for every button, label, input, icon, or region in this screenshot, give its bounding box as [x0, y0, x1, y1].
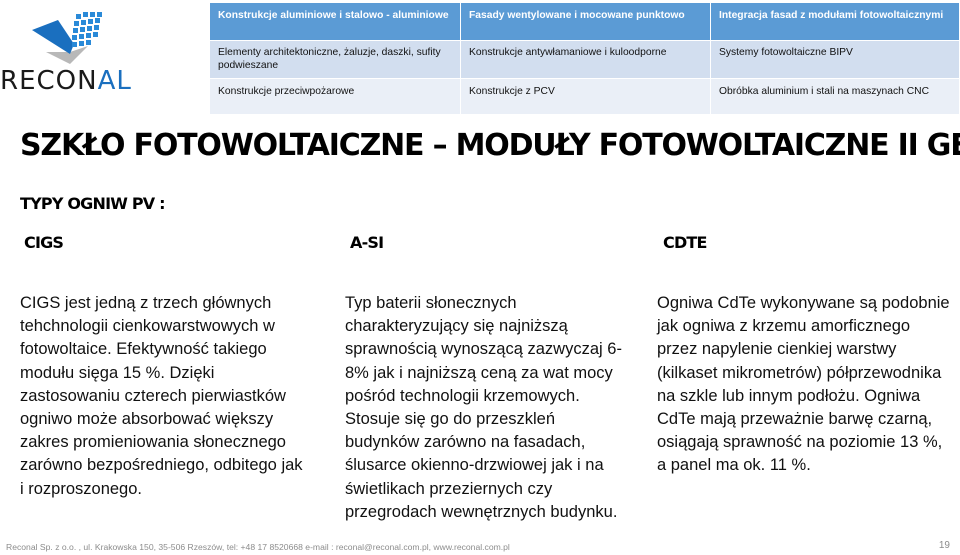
nav-link-przeciwpozarowe[interactable]: Konstrukcje przeciwpożarowe: [210, 78, 461, 115]
nav-link-cnc[interactable]: Obróbka aluminium i stali na maszynach C…: [710, 78, 960, 115]
column-heading-cdte: CDTE: [663, 233, 707, 252]
nav-link-bipv[interactable]: Systemy fotowoltaiczne BIPV: [710, 40, 960, 79]
column-heading-a-si: A-SI: [350, 233, 384, 252]
nav-table-header-row: Konstrukcje aluminiowe i stalowo - alumi…: [210, 3, 960, 41]
nav-link-fasady[interactable]: Fasady wentylowane i mocowane punktowo: [460, 3, 711, 41]
logo-wordmark: RECONAL: [0, 66, 132, 96]
nav-link-antywlamaniowe[interactable]: Konstrukcje antywłamaniowe i kuloodporne: [460, 40, 711, 79]
column-heading-cigs: CIGS: [24, 233, 64, 252]
slide-title: SZKŁO FOTOWOLTAICZNE – MODUŁY FOTOWOLTAI…: [20, 128, 960, 163]
column-body-cigs: CIGS jest jedną z trzech głównych tehchn…: [20, 294, 303, 498]
column-body-a-si: Typ baterii słonecznych charakteryzujący…: [345, 294, 622, 521]
nav-link-aluminium[interactable]: Konstrukcje aluminiowe i stalowo - alumi…: [210, 3, 461, 41]
nav-link-integracja-pv[interactable]: Integracja fasad z modułami fotowoltaicz…: [710, 3, 960, 41]
nav-link-elementy[interactable]: Elementy architektoniczne, żaluzje, dasz…: [210, 40, 461, 79]
nav-table-row: Konstrukcje przeciwpożarowe Konstrukcje …: [210, 78, 960, 115]
column-body-cdte: Ogniwa CdTe wykonywane są podobnie jak o…: [657, 294, 950, 475]
slide-subtitle: TYPY OGNIW PV :: [20, 194, 166, 213]
reconal-logo: RECONAL: [0, 12, 160, 96]
nav-link-pcv[interactable]: Konstrukcje z PCV: [460, 78, 711, 115]
nav-table-row: Elementy architektoniczne, żaluzje, dasz…: [210, 40, 960, 79]
logo-glass-grid-icon: [32, 12, 102, 64]
footer-contact: Reconal Sp. z o.o. , ul. Krakowska 150, …: [6, 542, 510, 552]
page-number: 19: [938, 540, 950, 551]
services-nav-table: Konstrukcje aluminiowe i stalowo - alumi…: [210, 3, 960, 115]
